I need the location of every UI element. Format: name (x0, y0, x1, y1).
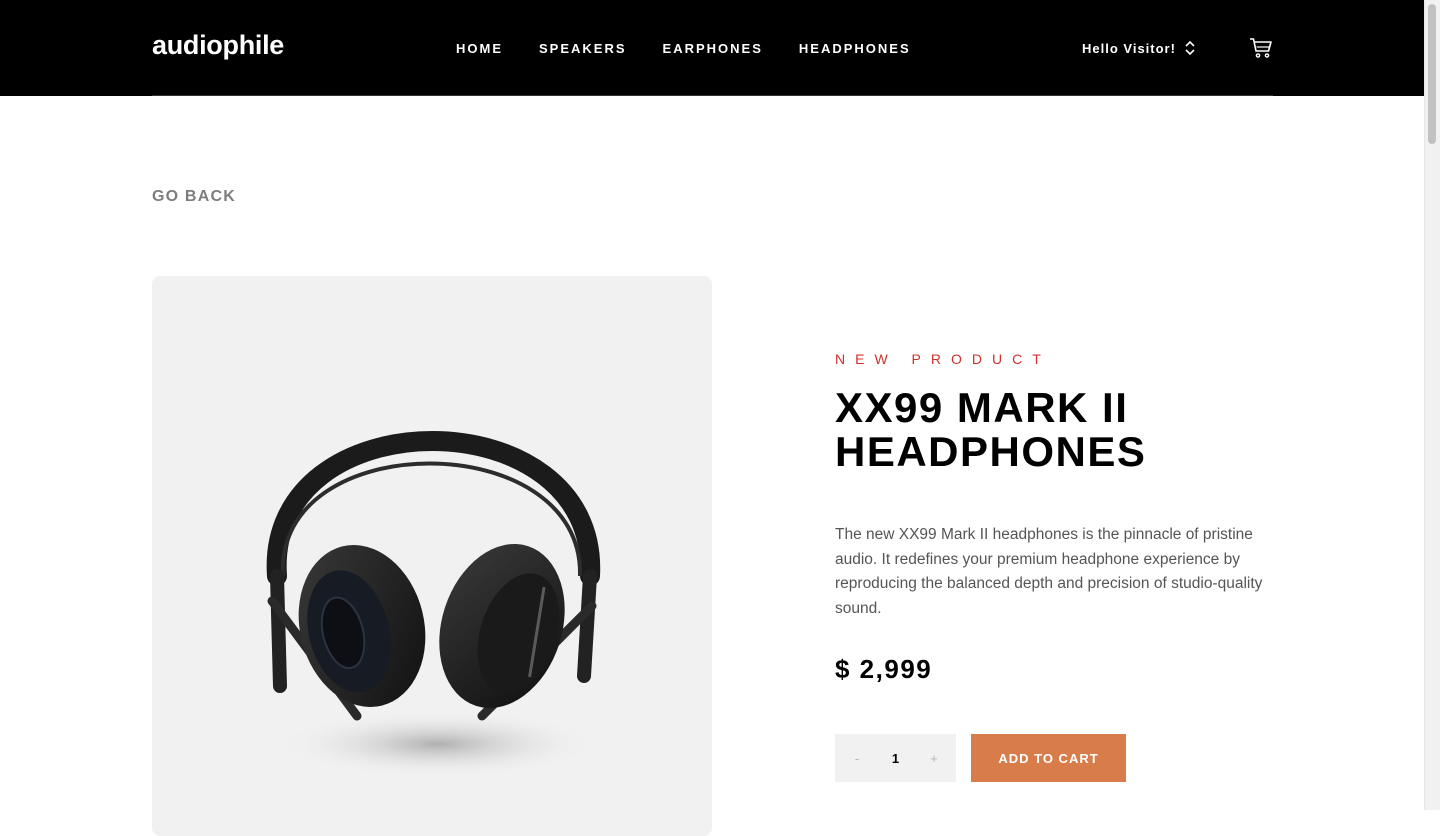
chevron-up-down-icon (1185, 40, 1195, 56)
greeting-text: Hello Visitor! (1082, 40, 1176, 56)
nav-home[interactable]: HOME (456, 41, 503, 56)
go-back-link[interactable]: GO BACK (152, 188, 236, 206)
product-overline: NEW PRODUCT (835, 351, 1051, 367)
header-divider (152, 95, 1273, 96)
decrement-button[interactable]: - (835, 734, 879, 782)
quantity-value: 1 (891, 750, 900, 766)
cart-icon[interactable] (1249, 36, 1273, 60)
product-title-line2: HEADPHONES (835, 428, 1147, 475)
product-title: XX99 MARK II HEADPHONES (835, 386, 1255, 474)
site-header: audiophile HOME SPEAKERS EARPHONES HEADP… (0, 0, 1425, 96)
main-nav: HOME SPEAKERS EARPHONES HEADPHONES (456, 41, 911, 56)
product-image (152, 276, 712, 836)
product-description: The new XX99 Mark II headphones is the p… (835, 526, 1263, 617)
add-to-cart-button[interactable]: ADD TO CART (971, 734, 1126, 782)
quantity-stepper: - 1 + (835, 734, 956, 782)
product-title-line1: XX99 MARK II (835, 384, 1129, 431)
headphones-image (266, 431, 601, 778)
page-scrollbar[interactable] (1424, 0, 1440, 810)
nav-speakers[interactable]: SPEAKERS (539, 41, 627, 56)
product-price: $ 2,999 (835, 654, 933, 684)
logo[interactable]: audiophile (152, 30, 284, 61)
increment-button[interactable]: + (912, 734, 956, 782)
scrollbar-thumb[interactable] (1428, 4, 1436, 144)
user-menu[interactable]: Hello Visitor! (1082, 40, 1196, 56)
nav-headphones[interactable]: HEADPHONES (799, 41, 911, 56)
nav-earphones[interactable]: EARPHONES (663, 41, 763, 56)
